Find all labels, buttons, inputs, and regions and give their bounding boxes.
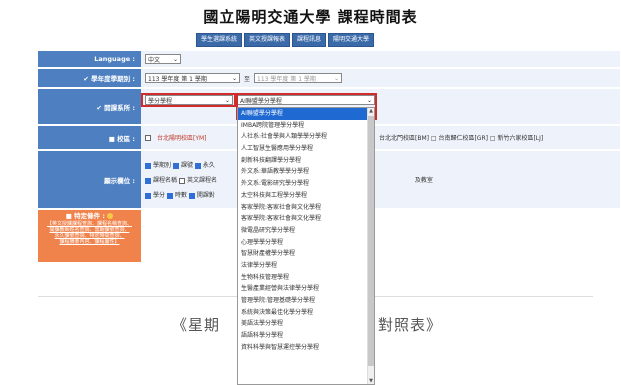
campus-label: ■ 校區 :: [38, 126, 141, 150]
scroll-thumb[interactable]: [368, 116, 374, 366]
dropdown-option[interactable]: 人工智慧生醫應用學分學程: [238, 143, 374, 155]
nav-nycu[interactable]: 陽明交通大學: [328, 33, 375, 47]
dropdown-option[interactable]: 管理學院:管理基礎學分學程: [238, 295, 374, 307]
col-english-name-checkbox[interactable]: [178, 177, 185, 184]
nav-english-report[interactable]: 英文授課報表: [244, 33, 291, 47]
semester-row: ✔ 學年度學期別 : 113 學年度 第 1 學期 ⌄ 至 113 學年度 第 1…: [38, 69, 620, 88]
col-hours-checkbox[interactable]: [166, 192, 173, 199]
dropdown-scrollbar[interactable]: ▲ ▼: [367, 108, 374, 384]
category-highlight: [141, 93, 236, 107]
language-select[interactable]: 中文 ⌄: [145, 54, 181, 64]
col-target-checkbox[interactable]: [188, 192, 195, 199]
semester-from-select[interactable]: 113 學年度 第 1 學期 ⌄: [145, 73, 240, 83]
dropdown-option[interactable]: 客家學院:客家社會與文化學程: [238, 213, 374, 225]
dropdown-option[interactable]: 美語法學分學程: [238, 318, 374, 330]
dropdown-option[interactable]: 資料科學與智慧運控學分學程: [238, 342, 374, 354]
dept-label: ✔ 開課系所 :: [38, 89, 141, 125]
chevron-down-icon: ⌄: [231, 74, 237, 82]
chevron-down-icon: ⌄: [333, 74, 340, 82]
col-credits-checkbox[interactable]: [145, 192, 151, 199]
weekday-title-left: 《星期: [172, 316, 221, 334]
dropdown-option[interactable]: 創新科技翻譯學分學程: [238, 155, 374, 167]
dropdown-option[interactable]: AI聯盟學分學程: [238, 108, 374, 120]
col-semester-checkbox[interactable]: [145, 162, 151, 169]
dropdown-option[interactable]: 系統與決策最佳化學分學程: [238, 307, 374, 319]
dropdown-option[interactable]: 語語科學分學程: [238, 330, 374, 342]
nav-student-course-system[interactable]: 學生選課系統: [196, 33, 243, 47]
dropdown-option[interactable]: 微電晶研究學分學程: [238, 225, 374, 237]
dropdown-option[interactable]: 生醫產業經營與法律學分學程: [238, 283, 374, 295]
dropdown-option[interactable]: 外文系:華語教學學分學程: [238, 166, 374, 178]
col-perm-no-checkbox[interactable]: [194, 162, 201, 169]
scroll-down-icon[interactable]: ▼: [368, 378, 374, 384]
top-nav: 學生選課系統 英文授課報表 課程訊息 陽明交通大學: [196, 33, 375, 47]
chevron-down-icon: ⌄: [172, 55, 178, 63]
program-dropdown-list[interactable]: AI聯盟學分學程 IMBA跨院管理學分學程 人社系:社會學與人類學學分學程 人工智慧生…: [237, 107, 375, 385]
dropdown-option[interactable]: 心理學學分學程: [238, 237, 374, 249]
page-title: 國立陽明交通大學 課程時間表: [203, 8, 418, 26]
dropdown-option[interactable]: 外文系:電影研究學分學程: [238, 178, 374, 190]
dropdown-option[interactable]: 人社系:社會學與人類學學分學程: [238, 131, 374, 143]
display-label: 顯示欄位 :: [38, 151, 141, 209]
nav-course-info[interactable]: 課程訊息: [292, 33, 327, 47]
star-icon: [107, 213, 114, 219]
language-row: Language : 中文 ⌄: [38, 51, 620, 68]
special-conditions-panel: ■ 特定條件 : 【英文授課課程查詢、課程名稱查詢、 開課教師姓名查詢、當期課號…: [38, 210, 141, 262]
semester-to-select[interactable]: 113 學年度 第 1 學期 ⌄: [254, 73, 343, 83]
dropdown-option[interactable]: 生物科技管理學程: [238, 272, 374, 284]
dropdown-option[interactable]: 太空科技與工程學分學程: [238, 190, 374, 202]
dropdown-option[interactable]: 智慧財產權學分學程: [238, 248, 374, 260]
dropdown-option[interactable]: 法律學分學程: [238, 260, 374, 272]
language-label: Language :: [38, 51, 141, 68]
weekday-title-right: 對照表》: [378, 316, 443, 334]
dropdown-option[interactable]: IMBA跨院管理學分學程: [238, 120, 374, 132]
special-link-4[interactable]: 課程摘要內容、課程屬性】: [38, 239, 141, 245]
campus-ym-checkbox[interactable]: [145, 134, 151, 141]
col-course-no-checkbox[interactable]: [172, 162, 179, 169]
dropdown-option[interactable]: 客家學院:客家社會與文化學程: [238, 202, 374, 214]
semester-label: ✔ 學年度學期別 :: [38, 69, 141, 88]
scroll-up-icon[interactable]: ▲: [368, 108, 374, 114]
col-course-name-checkbox[interactable]: [145, 177, 151, 184]
